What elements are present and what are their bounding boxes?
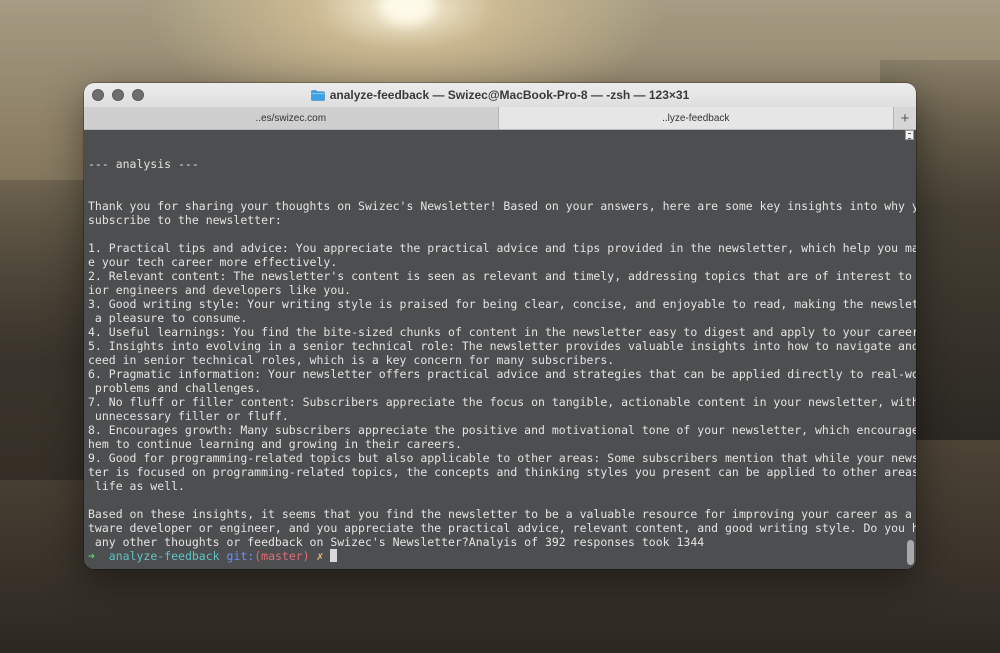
tab-swizec-com[interactable]: ..es/swizec.com (84, 107, 499, 129)
zoom-button[interactable] (132, 89, 144, 101)
traffic-lights (92, 89, 144, 101)
window-title: analyze-feedback — Swizec@MacBook-Pro-8 … (310, 88, 690, 102)
prompt-directory: analyze-feedback (108, 549, 220, 563)
prompt-dirty-icon: ✗ (316, 549, 324, 563)
tab-bar: ..es/swizec.com ..lyze-feedback + (84, 107, 916, 130)
window-title-text: analyze-feedback — Swizec@MacBook-Pro-8 … (329, 88, 690, 102)
scrollbar-thumb[interactable] (907, 540, 914, 565)
close-button[interactable] (92, 89, 104, 101)
scroll-top-button[interactable] (905, 130, 914, 140)
folder-icon (310, 89, 325, 101)
window-titlebar[interactable]: analyze-feedback — Swizec@MacBook-Pro-8 … (84, 83, 916, 107)
desktop-sun-glow (380, 0, 435, 25)
tab-label: ..es/swizec.com (255, 112, 327, 124)
tab-label: ..lyze-feedback (662, 112, 730, 124)
terminal-text[interactable]: --- analysis --- Thank you for sharing y… (88, 157, 916, 563)
prompt-arrow-icon: ➜ (88, 549, 95, 563)
prompt-git-label: git: (226, 549, 255, 563)
plus-icon: + (900, 109, 910, 127)
new-tab-button[interactable]: + (893, 107, 916, 129)
text-cursor (330, 549, 338, 562)
terminal-content[interactable]: --- analysis --- Thank you for sharing y… (84, 130, 916, 569)
desktop-shoreline (0, 180, 90, 480)
tab-analyze-feedback[interactable]: ..lyze-feedback (498, 107, 894, 129)
terminal-output: --- analysis --- Thank you for sharing y… (88, 157, 916, 549)
minimize-button[interactable] (112, 89, 124, 101)
shell-prompt: ➜ analyze-feedback git:(master) ✗ (88, 549, 906, 563)
prompt-branch: (master) (254, 549, 310, 563)
terminal-window[interactable]: analyze-feedback — Swizec@MacBook-Pro-8 … (84, 83, 916, 569)
